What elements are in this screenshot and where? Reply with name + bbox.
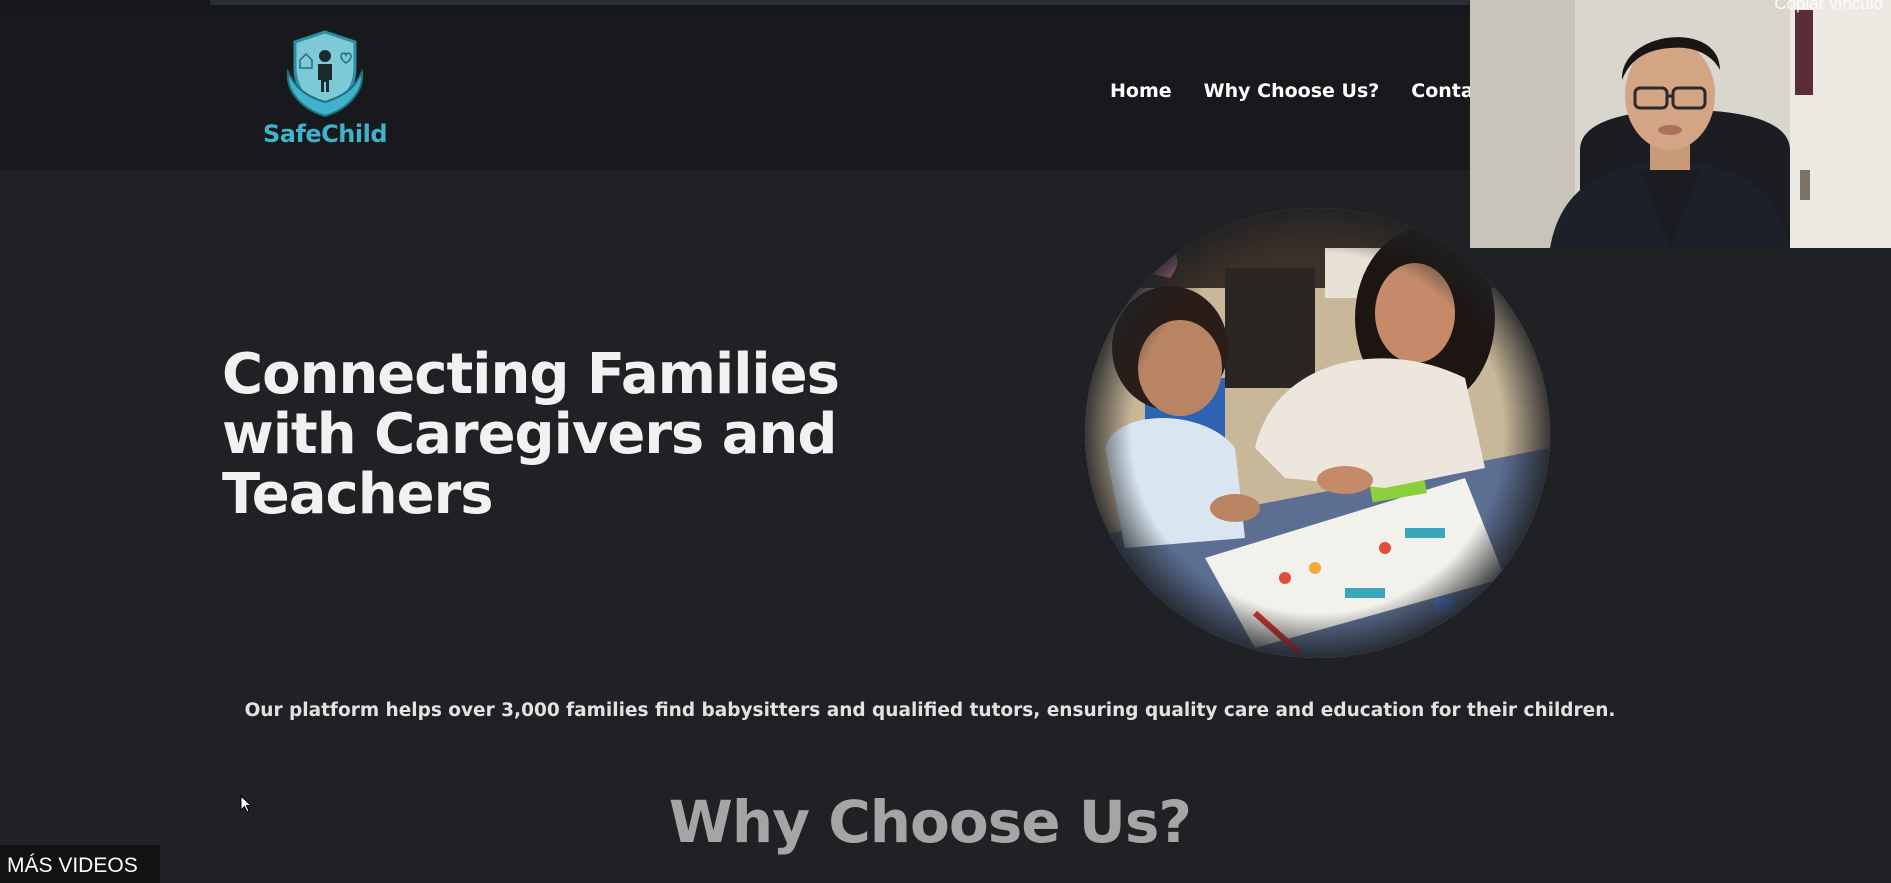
logo[interactable]: SafeChild (262, 28, 388, 156)
brand-name: SafeChild (262, 120, 388, 148)
hero-title-line2: with Caregivers and (222, 402, 837, 467)
hero-photo-illustration (1085, 208, 1550, 658)
hero-photo (1085, 208, 1550, 658)
nav-home-link[interactable]: Home (1110, 80, 1172, 102)
page: SafeChild Home Why Choose Us? Contact Co… (0, 0, 1891, 883)
more-videos-button[interactable]: MÁS VIDEOS (0, 845, 160, 883)
hero-title: Connecting Families with Caregivers and … (222, 345, 862, 525)
main-nav: Home Why Choose Us? Contact (1110, 80, 1494, 102)
webcam-overlay: Copiar vínculo (1470, 0, 1891, 248)
copy-link-button[interactable]: Copiar vínculo (1774, 0, 1883, 14)
shield-hands-child-icon (286, 30, 364, 118)
progress-bar (210, 0, 1470, 5)
hero-title-line3: Teachers (222, 462, 494, 527)
nav-why-choose-us-link[interactable]: Why Choose Us? (1204, 80, 1380, 102)
hero-title-line1: Connecting Families (222, 342, 840, 407)
mouse-pointer-icon (240, 794, 253, 817)
webcam-person-illustration (1470, 0, 1891, 248)
hero-subtitle: Our platform helps over 3,000 families f… (244, 700, 1616, 721)
why-choose-us-heading: Why Choose Us? (668, 788, 1192, 856)
